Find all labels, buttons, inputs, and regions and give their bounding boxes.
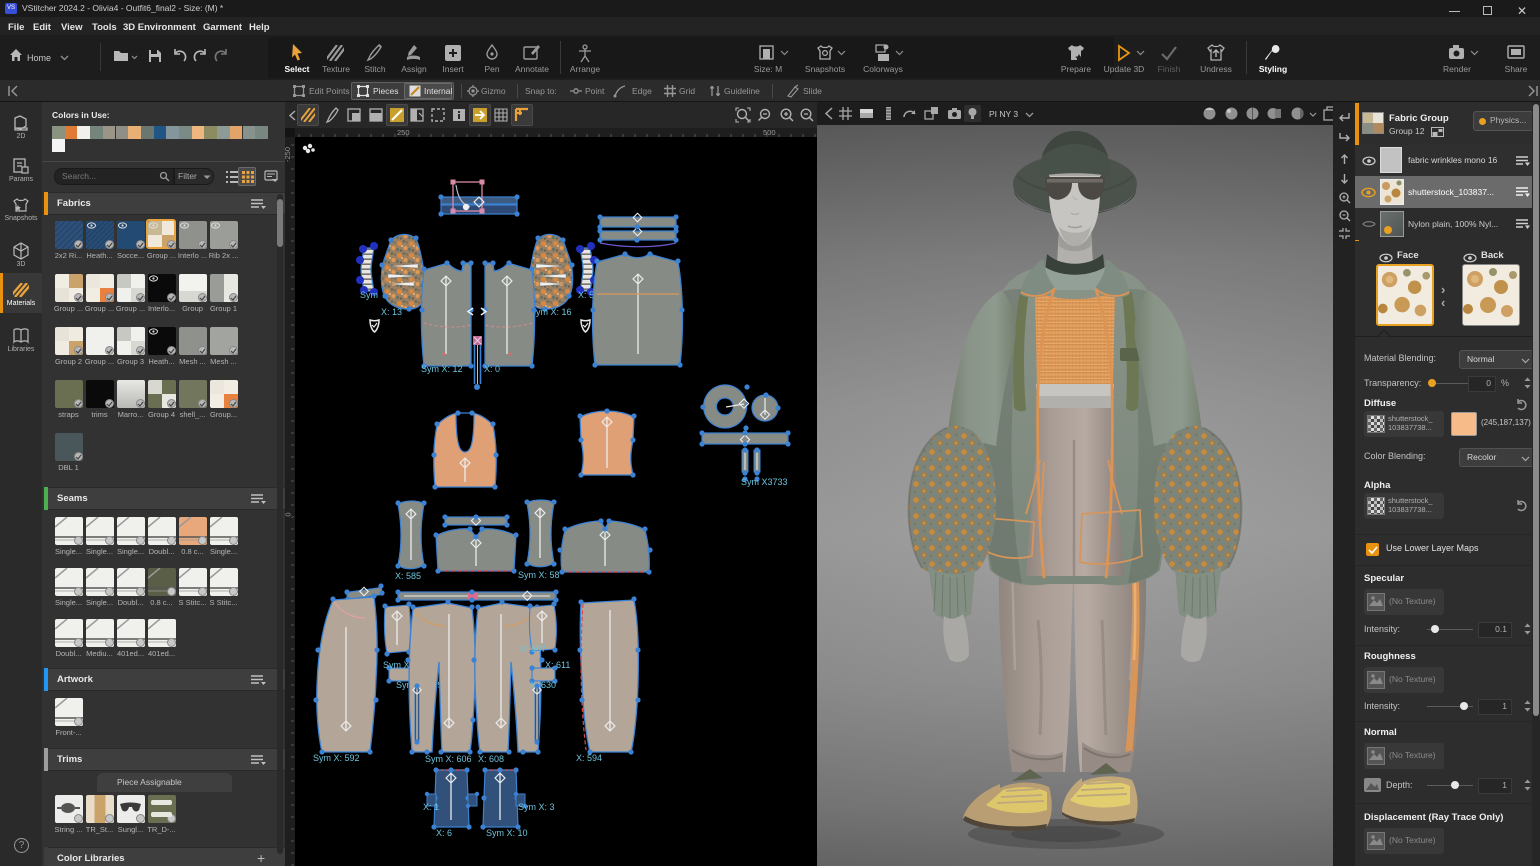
- svg-text:X: 1: X: 1: [423, 802, 439, 812]
- svg-text:X: 6: X: 6: [436, 828, 452, 838]
- svg-text:X: 608: X: 608: [478, 754, 504, 764]
- svg-text:X: 585: X: 585: [395, 571, 421, 581]
- svg-text:Sym X: 3: Sym X: 3: [518, 802, 555, 812]
- svg-text:X: 611: X: 611: [545, 660, 570, 670]
- svg-text:X: 607: X: 607: [520, 644, 546, 654]
- svg-text:Sym X: 606: Sym X: 606: [425, 754, 472, 764]
- svg-text:Sym X: 58: Sym X: 58: [518, 570, 560, 580]
- svg-text:Sym X: 10: Sym X: 10: [486, 828, 528, 838]
- svg-text:Sym X: 592: Sym X: 592: [313, 753, 360, 763]
- svg-text:X: 594: X: 594: [576, 753, 602, 763]
